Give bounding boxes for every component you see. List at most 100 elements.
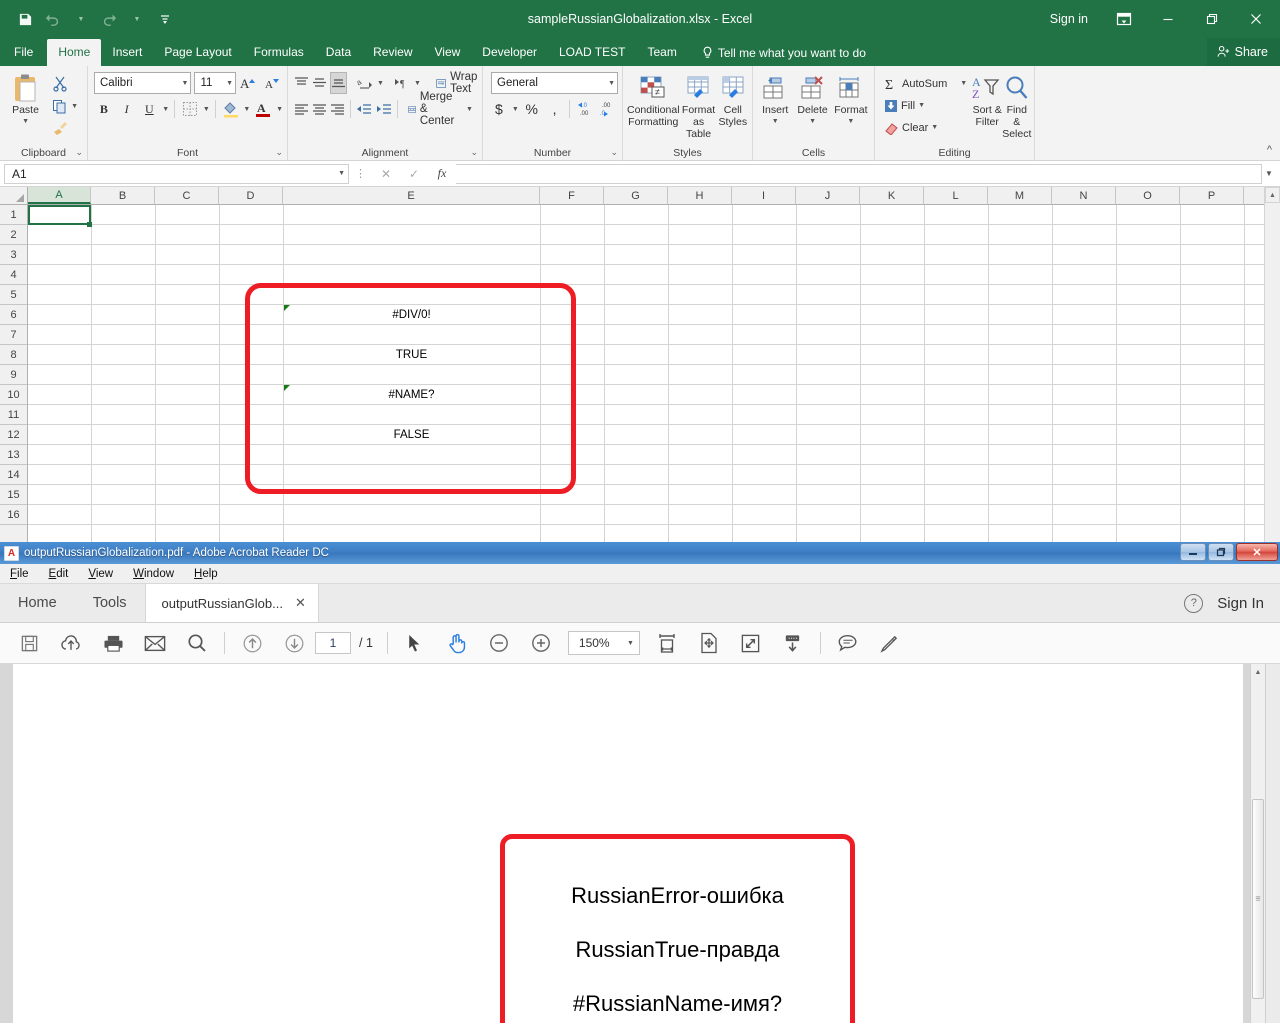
undo-caret-icon[interactable]: ▼ — [68, 7, 94, 31]
column-header-b[interactable]: B — [91, 187, 155, 204]
column-header-p[interactable]: P — [1180, 187, 1244, 204]
row-header-9[interactable]: 9 — [0, 365, 27, 385]
align-middle-button[interactable] — [312, 72, 327, 94]
column-header-j[interactable]: J — [796, 187, 860, 204]
row-header-11[interactable]: 11 — [0, 405, 27, 425]
fill-handle[interactable] — [87, 222, 92, 227]
column-header-c[interactable]: C — [155, 187, 219, 204]
ribbon-tab-developer[interactable]: Developer — [471, 39, 548, 66]
row-header-6[interactable]: 6 — [0, 305, 27, 325]
ribbon-tab-view[interactable]: View — [424, 39, 472, 66]
font-color-caret-icon[interactable]: ▼ — [276, 106, 283, 113]
formula-expand-icon[interactable]: ▼ — [1262, 164, 1276, 184]
borders-button[interactable] — [180, 98, 200, 120]
find-select-button[interactable]: Find & Select — [1002, 69, 1031, 141]
share-button[interactable]: Share — [1207, 38, 1280, 66]
ribbon-tab-formulas[interactable]: Formulas — [243, 39, 315, 66]
acrobat-signin-button[interactable]: Sign In — [1217, 595, 1264, 612]
highlight-icon[interactable] — [869, 628, 911, 658]
ribbon-tab-data[interactable]: Data — [315, 39, 362, 66]
italic-button[interactable]: I — [117, 98, 137, 120]
minimize-button[interactable] — [1146, 4, 1190, 34]
paste-button[interactable]: Paste ▼ — [4, 69, 47, 141]
accounting-format-button[interactable]: $ — [489, 98, 509, 120]
column-header-f[interactable]: F — [540, 187, 604, 204]
acrobat-minimize-button[interactable] — [1180, 543, 1206, 561]
increase-decimal-button[interactable]: .0.00 — [575, 98, 595, 120]
acrobat-tab-document[interactable]: outputRussianGlob... ✕ — [145, 584, 319, 622]
row-header-4[interactable]: 4 — [0, 265, 27, 285]
insert-cells-button[interactable]: Insert ▼ — [757, 69, 793, 141]
column-header-g[interactable]: G — [604, 187, 668, 204]
ribbon-tab-file[interactable]: File — [0, 39, 47, 66]
font-color-button[interactable]: A — [253, 98, 273, 120]
merge-center-button[interactable]: Merge & Center ▼ — [403, 98, 478, 121]
menu-view[interactable]: View — [78, 568, 123, 580]
fill-color-caret-icon[interactable]: ▼ — [243, 106, 250, 113]
insert-cells-caret-icon[interactable]: ▼ — [772, 116, 779, 128]
select-tool-icon[interactable] — [394, 628, 436, 658]
column-header-i[interactable]: I — [732, 187, 796, 204]
clear-button[interactable]: Clear ▼ — [881, 117, 970, 138]
page-number-input[interactable]: 1 — [315, 632, 351, 654]
collapse-ribbon-button[interactable]: ^ — [1267, 144, 1272, 156]
fit-page-icon[interactable] — [730, 628, 772, 658]
format-cells-caret-icon[interactable]: ▼ — [847, 116, 854, 128]
paste-caret-icon[interactable]: ▼ — [22, 116, 29, 128]
autosum-caret-icon[interactable]: ▼ — [960, 80, 967, 87]
borders-caret-icon[interactable]: ▼ — [203, 106, 210, 113]
row-header-12[interactable]: 12 — [0, 425, 27, 445]
row-header-14[interactable]: 14 — [0, 465, 27, 485]
text-direction-button[interactable]: ¶ — [394, 72, 411, 94]
zoom-caret-icon[interactable]: ▼ — [627, 640, 634, 647]
excel-signin-button[interactable]: Sign in — [1036, 12, 1102, 26]
comment-icon[interactable] — [827, 628, 869, 658]
insert-function-icon[interactable]: fx — [428, 164, 456, 184]
ribbon-display-options-icon[interactable] — [1102, 4, 1146, 34]
column-header-m[interactable]: M — [988, 187, 1052, 204]
underline-caret-icon[interactable]: ▼ — [162, 106, 169, 113]
select-all-corner[interactable] — [0, 187, 28, 204]
formula-input[interactable] — [456, 164, 1262, 184]
font-name-combo[interactable]: Calibri ▼ — [94, 72, 191, 94]
format-cells-button[interactable]: Format ▼ — [832, 69, 870, 141]
menu-help[interactable]: Help — [184, 568, 228, 580]
delete-cells-caret-icon[interactable]: ▼ — [809, 116, 816, 128]
cancel-icon[interactable]: ✕ — [372, 164, 400, 184]
text-direction-caret-icon[interactable]: ▼ — [414, 80, 421, 87]
ribbon-tab-page-layout[interactable]: Page Layout — [153, 39, 242, 66]
hand-tool-icon[interactable] — [436, 628, 478, 658]
column-header-a[interactable]: A — [28, 187, 91, 204]
cell-styles-button[interactable]: Cell Styles — [718, 69, 748, 141]
menu-edit[interactable]: Edit — [39, 568, 79, 580]
column-header-k[interactable]: K — [860, 187, 924, 204]
bold-button[interactable]: B — [94, 98, 114, 120]
format-as-table-button[interactable]: Format as Table — [680, 69, 718, 141]
copy-button[interactable]: ▼ — [49, 96, 81, 117]
acrobat-tab-home[interactable]: Home — [0, 584, 75, 622]
orientation-caret-icon[interactable]: ▼ — [377, 80, 384, 87]
pdf-scrollbar-thumb[interactable]: ≡ — [1252, 799, 1264, 999]
font-dialog-launcher[interactable]: ⌄ — [275, 147, 283, 158]
name-box[interactable]: A1 ▼ — [4, 164, 349, 184]
align-center-button[interactable] — [312, 98, 327, 120]
ribbon-tab-home[interactable]: Home — [47, 39, 101, 66]
font-size-caret-icon[interactable]: ▼ — [226, 80, 233, 87]
selected-cell-a1[interactable] — [28, 205, 91, 225]
ribbon-tab-team[interactable]: Team — [636, 39, 687, 66]
pan-and-zoom-icon[interactable] — [688, 628, 730, 658]
help-icon[interactable]: ? — [1184, 594, 1203, 613]
menu-window[interactable]: Window — [123, 568, 184, 580]
ribbon-tab-insert[interactable]: Insert — [101, 39, 153, 66]
merge-center-caret-icon[interactable]: ▼ — [466, 106, 473, 113]
fill-button[interactable]: Fill ▼ — [881, 95, 970, 116]
name-box-caret-icon[interactable]: ▼ — [338, 170, 345, 177]
scroll-up-arrow-icon[interactable]: ▲ — [1265, 187, 1280, 203]
align-left-button[interactable] — [294, 98, 309, 120]
upload-cloud-icon[interactable] — [50, 628, 92, 658]
decrease-decimal-button[interactable]: .00.0 — [598, 98, 618, 120]
row-header-13[interactable]: 13 — [0, 445, 27, 465]
row-header-10[interactable]: 10 — [0, 385, 27, 405]
column-header-h[interactable]: H — [668, 187, 732, 204]
align-bottom-button[interactable] — [330, 72, 347, 94]
